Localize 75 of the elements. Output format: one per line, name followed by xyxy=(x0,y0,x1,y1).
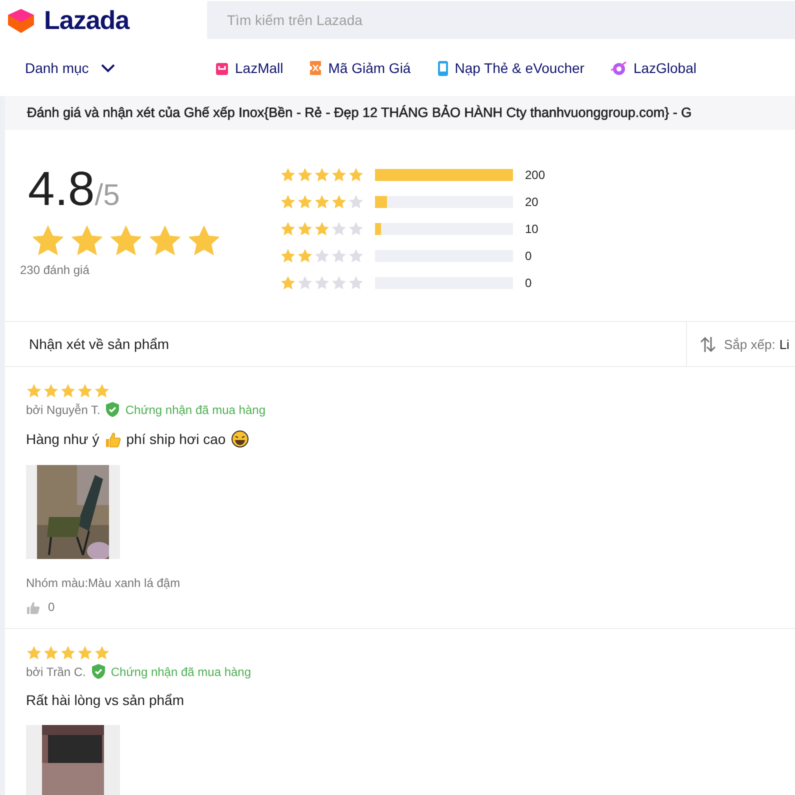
star-icon xyxy=(77,383,93,399)
like-count: 0 xyxy=(48,600,55,614)
review-comment: phí ship hơi cao xyxy=(126,431,226,447)
empty-star-icon xyxy=(331,248,347,264)
verified-purchase-label: Chứng nhận đã mua hàng xyxy=(110,664,252,678)
photo-thumbnail[interactable] xyxy=(26,725,120,795)
shield-check-icon xyxy=(106,402,120,417)
review-variant: Nhóm màu:Màu xanh lá đậm xyxy=(26,576,182,590)
star-icon xyxy=(60,645,76,661)
empty-star-icon xyxy=(314,248,330,264)
nav-link[interactable]: LazGlobal xyxy=(610,60,696,76)
empty-star-icon xyxy=(348,275,364,291)
star-icon xyxy=(297,167,313,183)
nav-link[interactable]: LazMall xyxy=(215,60,284,76)
rating-bar-count: 10 xyxy=(525,222,538,236)
star-icon xyxy=(26,645,42,661)
sort-label: Sắp xếp: xyxy=(724,336,776,352)
star-icon xyxy=(297,248,313,264)
verified-purchase-label: Chứng nhận đã mua hàng xyxy=(125,402,266,416)
review-comment: Hàng như ý xyxy=(26,431,100,447)
nav-link[interactable]: Nạp Thẻ & eVoucher xyxy=(436,60,584,76)
sort-icon[interactable] xyxy=(700,336,716,352)
nav-link[interactable]: Mã Giảm Giá xyxy=(309,60,411,76)
rating-count: 230 đánh giá xyxy=(20,263,90,277)
category-menu[interactable]: Danh mục xyxy=(25,60,215,76)
empty-star-icon xyxy=(297,275,313,291)
globe-icon xyxy=(610,60,628,76)
star-icon xyxy=(314,167,330,183)
star-icon xyxy=(280,167,296,183)
review-author: bởi Trần C. xyxy=(26,664,86,678)
sort-dropdown[interactable]: Li xyxy=(779,336,790,352)
star-icon xyxy=(314,194,330,210)
star-icon xyxy=(60,383,76,399)
chevron-down-icon xyxy=(100,64,115,72)
empty-star-icon xyxy=(331,221,347,237)
thumbs-up-icon xyxy=(104,430,122,448)
star-icon xyxy=(280,248,296,264)
star-icon xyxy=(43,383,59,399)
rating-bar-count: 20 xyxy=(525,195,538,209)
star-icon xyxy=(297,194,313,210)
empty-star-icon xyxy=(314,275,330,291)
empty-star-icon xyxy=(331,275,347,291)
empty-star-icon xyxy=(348,221,364,237)
star-icon xyxy=(314,221,330,237)
bag-icon xyxy=(215,60,229,76)
shield-check-icon xyxy=(92,664,105,679)
star-icon xyxy=(77,645,93,661)
page-title: Đánh giá và nhận xét của Ghế xếp Inox{Bền - Rẻ - Đẹp 12 THÁNG BẢO HÀNH Cty thanhvuonggroup.com} - G xyxy=(27,105,693,120)
star-icon xyxy=(348,167,364,183)
review-author: bởi Nguyễn T. xyxy=(26,402,100,416)
star-icon xyxy=(26,383,42,399)
rating-bar-count: 0 xyxy=(525,249,532,263)
star-icon xyxy=(94,383,110,399)
empty-star-icon xyxy=(348,248,364,264)
rating-score: 4.8/5 xyxy=(27,166,121,214)
section-title: Nhận xét về sản phẩm xyxy=(28,336,170,352)
star-icon xyxy=(297,221,313,237)
star-icon xyxy=(43,645,59,661)
photo-thumbnail[interactable] xyxy=(26,465,120,559)
laughing-face-icon xyxy=(230,430,249,448)
star-icon xyxy=(94,645,110,661)
ticket-icon xyxy=(309,60,322,76)
star-icon xyxy=(280,275,296,291)
review-comment: Rất hài lòng vs sản phẩm xyxy=(26,692,184,708)
thumbs-up-icon[interactable] xyxy=(26,600,40,614)
star-icon xyxy=(331,194,347,210)
star-icon xyxy=(331,167,347,183)
rating-bar-count: 0 xyxy=(525,276,532,290)
empty-star-icon xyxy=(348,194,364,210)
logo-text[interactable]: Lazada xyxy=(44,4,130,36)
star-icon xyxy=(280,221,296,237)
phone-icon xyxy=(436,60,449,76)
star-icon xyxy=(280,194,296,210)
search-field[interactable]: Tìm kiếm trên Lazada xyxy=(207,1,795,39)
rating-bar-count: 200 xyxy=(525,168,546,182)
